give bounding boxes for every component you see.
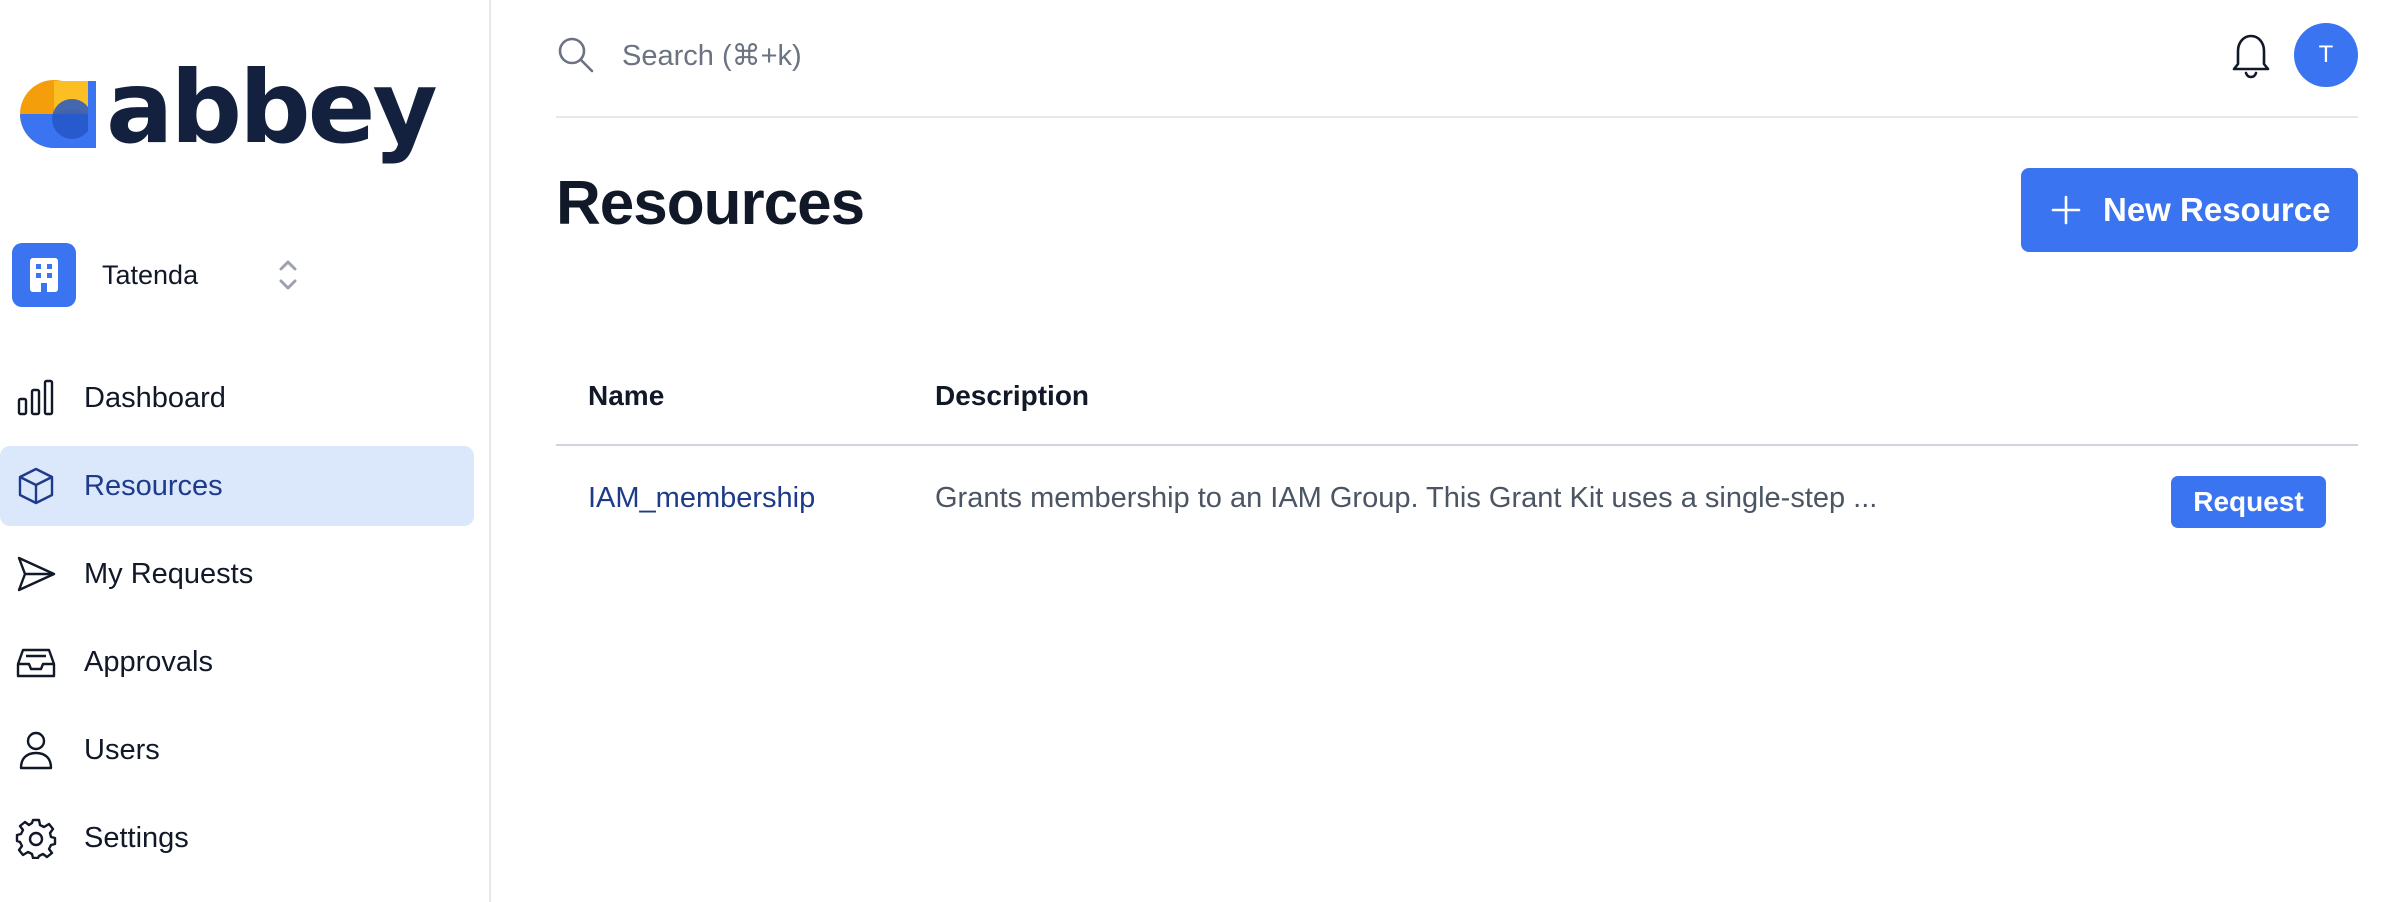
gear-icon xyxy=(14,816,58,860)
sidebar-item-approvals[interactable]: Approvals xyxy=(0,622,491,702)
resource-name-link[interactable]: IAM_membership xyxy=(588,482,815,515)
request-button[interactable]: Request xyxy=(2171,476,2326,528)
sidebar-nav: Dashboard Resources My Requests Approval… xyxy=(0,358,491,886)
sidebar-item-label: Approvals xyxy=(84,645,213,678)
logo-wordmark: abbey xyxy=(106,49,438,166)
abbey-logo[interactable]: abbey xyxy=(10,58,438,162)
page-title: Resources xyxy=(556,169,865,238)
avatar[interactable]: T xyxy=(2294,23,2358,87)
user-icon xyxy=(14,728,58,772)
sidebar-item-label: My Requests xyxy=(84,557,254,590)
sidebar-item-label: Settings xyxy=(84,821,189,854)
chevron-up-down-icon[interactable] xyxy=(274,251,302,299)
column-header-name[interactable]: Name xyxy=(588,380,664,412)
table-row: IAM_membership Grants membership to an I… xyxy=(556,446,2358,564)
building-icon xyxy=(12,243,76,307)
search-icon xyxy=(558,37,594,73)
org-switcher[interactable]: Tatenda xyxy=(12,243,302,307)
sidebar-item-label: Users xyxy=(84,733,160,766)
abbey-logo-mark xyxy=(20,80,96,148)
cube-icon xyxy=(14,464,58,508)
column-header-description[interactable]: Description xyxy=(935,380,1089,412)
sidebar-item-users[interactable]: Users xyxy=(0,710,491,790)
sidebar-item-dashboard[interactable]: Dashboard xyxy=(0,358,491,438)
table-header: Name Description xyxy=(556,368,2358,446)
inbox-tray-icon xyxy=(14,640,58,684)
sidebar-item-my-requests[interactable]: My Requests xyxy=(0,534,491,614)
paper-plane-icon xyxy=(14,552,58,596)
top-bar: T xyxy=(556,0,2358,118)
bell-icon[interactable] xyxy=(2228,30,2274,80)
sidebar-item-label: Resources xyxy=(84,469,223,502)
sidebar-item-settings[interactable]: Settings xyxy=(0,798,491,878)
sidebar: abbey Tatenda Dashboard Resources My Req… xyxy=(0,0,491,902)
new-resource-button[interactable]: New Resource xyxy=(2021,168,2358,252)
sidebar-item-label: Dashboard xyxy=(84,381,226,414)
resources-table: Name Description IAM_membership Grants m… xyxy=(556,368,2358,564)
search-input[interactable] xyxy=(622,30,1422,82)
new-resource-label: New Resource xyxy=(2103,191,2331,228)
sidebar-item-resources[interactable]: Resources xyxy=(0,446,474,526)
org-name: Tatenda xyxy=(102,259,199,290)
bar-chart-icon xyxy=(14,376,58,420)
plus-icon xyxy=(2051,195,2081,225)
resource-description: Grants membership to an IAM Group. This … xyxy=(935,482,1878,514)
